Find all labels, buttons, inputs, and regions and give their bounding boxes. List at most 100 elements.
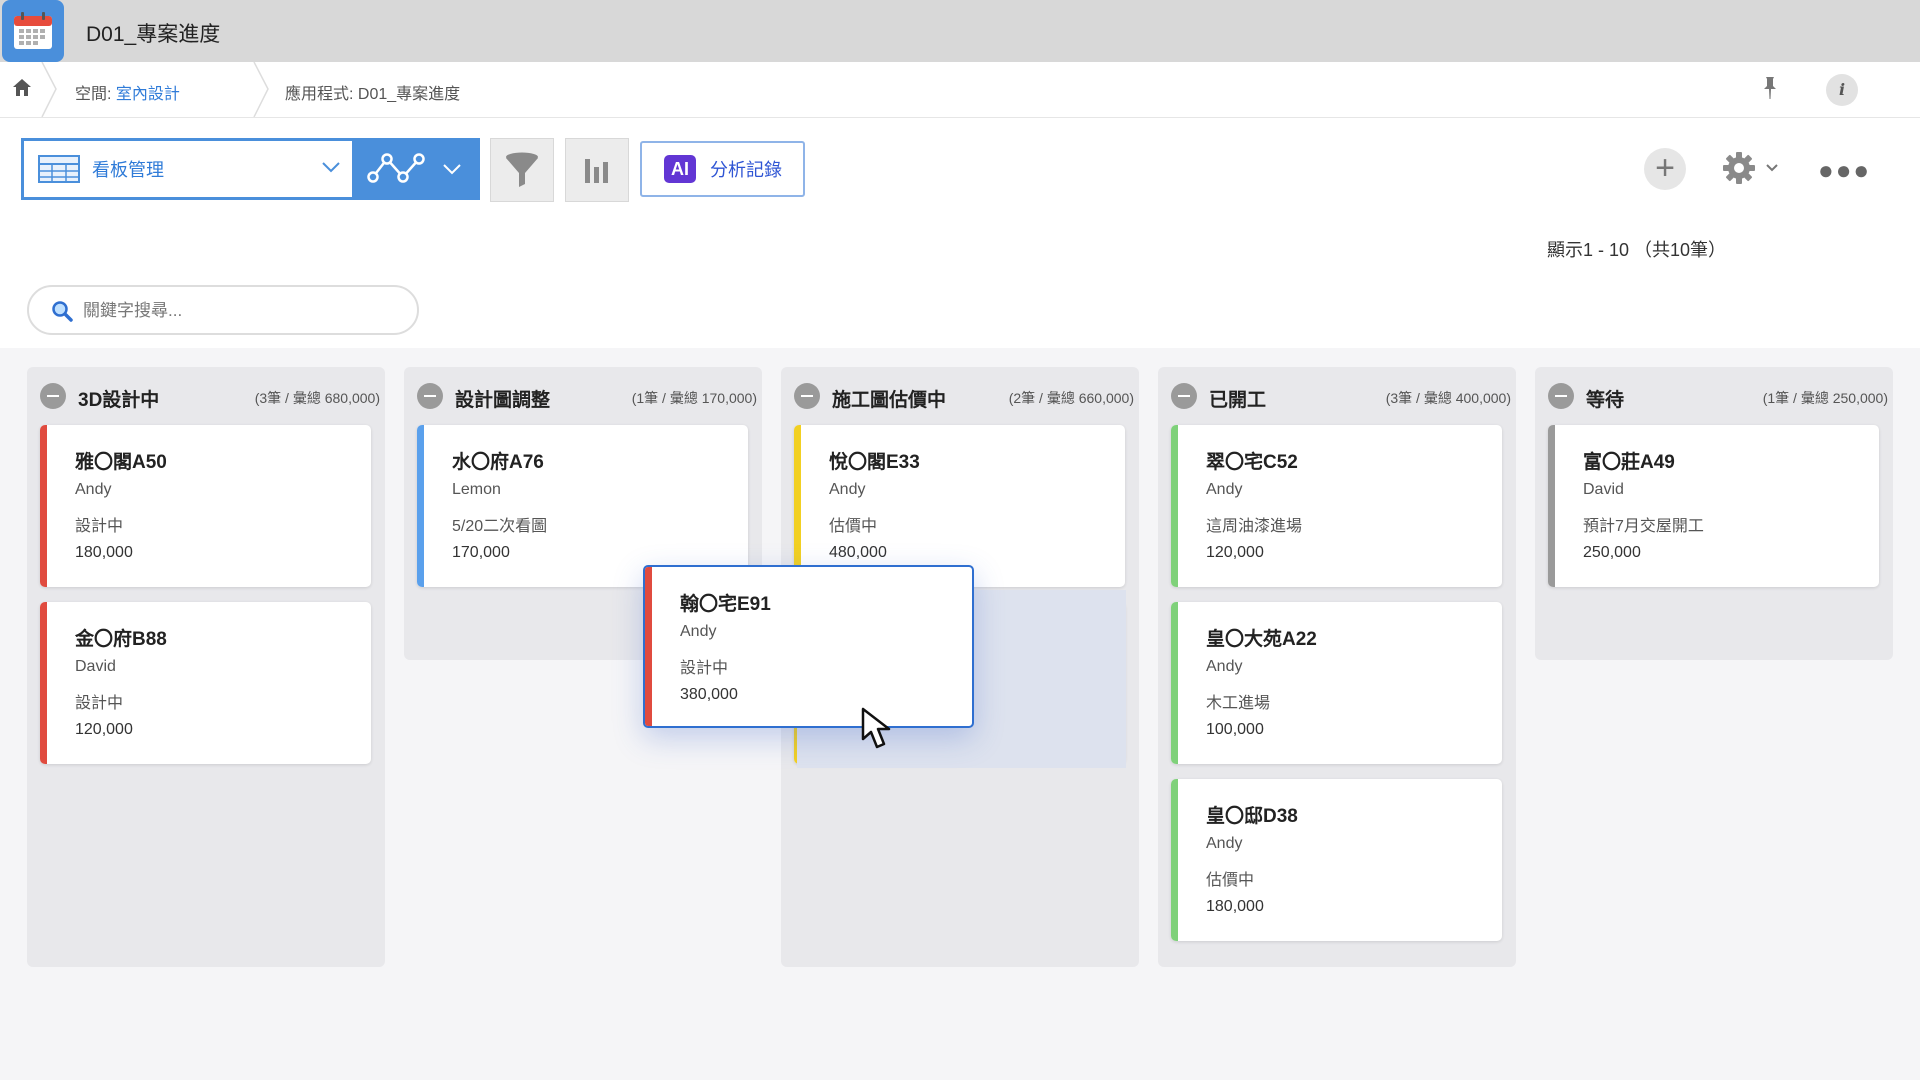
card-owner: Lemon — [452, 481, 501, 498]
kanban-card[interactable]: 金〇府B88 David 設計中 120,000 — [40, 602, 371, 764]
card-amount: 120,000 — [1206, 544, 1264, 561]
calendar-icon[interactable] — [2, 0, 64, 62]
pin-icon[interactable] — [1761, 76, 1779, 100]
home-icon[interactable] — [11, 77, 33, 99]
kanban-card[interactable]: 皇〇邸D38 Andy 估價中 180,000 — [1171, 779, 1502, 941]
card-status: 木工進場 — [1206, 695, 1271, 712]
card-title: 翠〇宅C52 — [1206, 452, 1298, 473]
bar-chart-icon — [585, 159, 608, 183]
search-input[interactable] — [81, 297, 405, 325]
card-title: 水〇府A76 — [452, 452, 544, 473]
kanban-card[interactable]: 悅〇閣E33 Andy 估價中 480,000 — [794, 425, 1125, 587]
add-record-button[interactable]: + — [1644, 148, 1686, 190]
card-status: 這周油漆進場 — [1206, 518, 1303, 535]
card-color-bar — [794, 425, 801, 587]
search-icon — [52, 301, 73, 322]
table-view-icon — [38, 155, 80, 183]
column-title: 施工圖估價中 — [832, 390, 947, 411]
card-color-bar — [40, 602, 47, 764]
breadcrumb-separator — [253, 62, 269, 117]
card-title: 雅〇閣A50 — [75, 452, 167, 473]
card-status: 設計中 — [75, 695, 124, 712]
column-summary: (3筆 / 彙總 680,000) — [254, 390, 380, 406]
column-header: 已開工 (3筆 / 彙總 400,000) — [1171, 383, 1511, 413]
column-header: 設計圖調整 (1筆 / 彙總 170,000) — [417, 383, 757, 413]
settings-button[interactable] — [1722, 151, 1782, 185]
chevron-down-icon — [443, 164, 461, 175]
card-title: 悅〇閣E33 — [829, 452, 920, 473]
ai-icon: AI — [664, 155, 696, 183]
dragging-card[interactable]: 翰〇宅E91 Andy 設計中 380,000 — [643, 565, 974, 728]
view-selector[interactable]: 看板管理 — [21, 138, 355, 200]
collapse-icon[interactable] — [1548, 383, 1574, 409]
card-title: 富〇莊A49 — [1583, 452, 1675, 473]
breadcrumb-space-label: 空間: — [75, 86, 116, 103]
card-title: 翰〇宅E91 — [680, 594, 771, 615]
breadcrumb: 空間: 室內設計 應用程式: D01_專案進度 i — [0, 62, 1920, 179]
card-amount: 170,000 — [452, 544, 510, 561]
column-summary: (1筆 / 彙總 170,000) — [631, 390, 757, 406]
chevron-down-icon — [322, 162, 340, 173]
column-title: 設計圖調整 — [455, 390, 551, 411]
column-summary: (3筆 / 彙總 400,000) — [1385, 390, 1511, 406]
column-header: 施工圖估價中 (2筆 / 彙總 660,000) — [794, 383, 1134, 413]
collapse-icon[interactable] — [40, 383, 66, 409]
kanban-card[interactable]: 富〇莊A49 David 預計7月交屋開工 250,000 — [1548, 425, 1879, 587]
search-box[interactable] — [27, 285, 419, 335]
card-color-bar — [40, 425, 47, 587]
kanban-column: 已開工 (3筆 / 彙總 400,000) 翠〇宅C52 Andy 這周油漆進場 120,… — [1158, 367, 1516, 967]
card-amount: 100,000 — [1206, 721, 1264, 738]
breadcrumb-separator — [41, 62, 57, 117]
kanban-card[interactable]: 水〇府A76 Lemon 5/20二次看圖 170,000 — [417, 425, 748, 587]
collapse-icon[interactable] — [794, 383, 820, 409]
card-status: 預計7月交屋開工 — [1583, 518, 1704, 535]
column-header: 3D設計中 (3筆 / 彙總 680,000) — [40, 383, 380, 413]
card-amount: 250,000 — [1583, 544, 1641, 561]
info-icon[interactable]: i — [1826, 74, 1858, 106]
record-count: 顯示1 - 10 （共10筆） — [1547, 240, 1727, 260]
ai-analysis-button[interactable]: AI 分析記錄 — [640, 141, 805, 197]
card-status: 設計中 — [75, 518, 124, 535]
app-title: D01_專案進度 — [86, 23, 221, 46]
card-status: 估價中 — [829, 518, 878, 535]
ai-analysis-label: 分析記錄 — [710, 160, 782, 180]
card-owner: Andy — [1206, 835, 1243, 852]
card-amount: 180,000 — [75, 544, 133, 561]
breadcrumb-space[interactable]: 空間: 室內設計 — [75, 80, 180, 104]
kanban-card[interactable]: 皇〇大苑A22 Andy 木工進場 100,000 — [1171, 602, 1502, 764]
card-color-bar — [1171, 425, 1178, 587]
card-owner: David — [1583, 481, 1624, 498]
column-summary: (1筆 / 彙總 250,000) — [1762, 390, 1888, 406]
kanban-card[interactable]: 翠〇宅C52 Andy 這周油漆進場 120,000 — [1171, 425, 1502, 587]
chart-selector[interactable] — [355, 138, 480, 200]
card-owner: Andy — [1206, 481, 1243, 498]
breadcrumb-space-link[interactable]: 室內設計 — [116, 86, 180, 103]
card-owner: Andy — [829, 481, 866, 498]
card-color-bar — [1171, 779, 1178, 941]
column-header: 等待 (1筆 / 彙總 250,000) — [1548, 383, 1888, 413]
plus-icon: + — [1655, 149, 1675, 187]
more-options-icon[interactable]: ●●● — [1818, 155, 1871, 186]
card-color-bar — [417, 425, 424, 587]
card-color-bar — [1171, 602, 1178, 764]
kanban-card[interactable]: 雅〇閣A50 Andy 設計中 180,000 — [40, 425, 371, 587]
view-name: 看板管理 — [92, 160, 164, 180]
card-status: 估價中 — [1206, 872, 1255, 889]
column-title: 等待 — [1586, 390, 1625, 411]
line-chart-icon — [367, 153, 425, 183]
card-color-bar — [645, 567, 652, 726]
gear-icon — [1723, 152, 1755, 184]
chart-button[interactable] — [565, 138, 629, 202]
card-amount: 180,000 — [1206, 898, 1264, 915]
card-status: 5/20二次看圖 — [452, 518, 548, 535]
card-owner: Andy — [680, 623, 717, 640]
title-bar: D01_專案進度 — [0, 0, 1920, 62]
breadcrumb-app: 應用程式: D01_專案進度 — [285, 86, 461, 103]
column-title: 3D設計中 — [78, 390, 160, 411]
card-owner: David — [75, 658, 116, 675]
card-owner: Andy — [75, 481, 112, 498]
collapse-icon[interactable] — [417, 383, 443, 409]
filter-button[interactable] — [490, 138, 554, 202]
collapse-icon[interactable] — [1171, 383, 1197, 409]
card-status: 設計中 — [680, 660, 729, 677]
